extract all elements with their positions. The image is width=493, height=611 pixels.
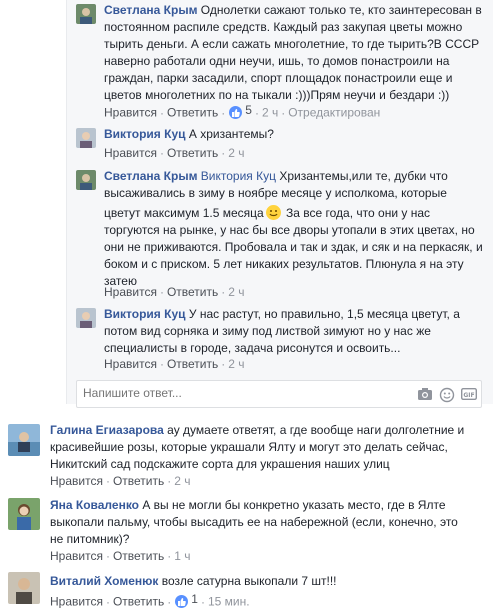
comment-text: Никитский сад подскажите сорта для украш… xyxy=(50,457,390,471)
comment-text: постоянном распиле средств. Каждый раз з… xyxy=(104,20,463,34)
avatar[interactable] xyxy=(76,308,96,328)
reply-body: Светлана Крым Виктория Куц Хризантемы,ил… xyxy=(104,168,489,290)
comment-text: граждан, парки засадили, спорт площадок … xyxy=(104,71,453,85)
like-link[interactable]: Нравится xyxy=(50,474,103,488)
comment-text: За все года, что они у нас xyxy=(286,206,430,220)
reply-input[interactable] xyxy=(83,386,403,400)
comment-text: не питомник)? xyxy=(50,532,130,546)
reply-body: Виктория Куц А хризантемы? xyxy=(104,126,484,143)
comment-text: А вы не могли бы конкретно указать место… xyxy=(142,498,446,512)
like-link[interactable]: Нравится xyxy=(104,285,157,299)
comment-text: боком и с приском. 5 лет никаких результ… xyxy=(104,257,464,271)
reply-link[interactable]: Ответить xyxy=(113,474,164,488)
comment-text: торгуются на рынке, у нас бы все дворы у… xyxy=(104,223,475,237)
comment-text: выкопали пальму, чтобы высадить ее на на… xyxy=(50,515,458,529)
author-name[interactable]: Виктория Куц xyxy=(104,127,186,141)
comment-text: цветут максимум 1.5 месяца xyxy=(104,206,264,220)
comment-text: Хризантемы,или те, дубки что xyxy=(279,169,448,183)
author-name[interactable]: Виталий Хоменюк xyxy=(50,574,158,588)
avatar[interactable] xyxy=(8,424,40,456)
reply-body: Светлана Крым Однолетки сажают только те… xyxy=(104,2,484,104)
timestamp[interactable]: 2 ч xyxy=(228,146,244,160)
comment-actions: Нравится · Ответить · 2 ч xyxy=(50,474,191,488)
comment-text: высаживались в зиму в ноябре месяце у ис… xyxy=(104,186,447,200)
svg-text:GIF: GIF xyxy=(463,392,474,399)
comment-actions: Нравится · Ответить · 1 · 15 мин. xyxy=(50,592,250,609)
comment-text: они не приживаются. Пробовала и так и зд… xyxy=(104,240,483,254)
comment-text: А хризантемы? xyxy=(188,127,274,141)
like-link[interactable]: Нравится xyxy=(104,357,157,371)
avatar[interactable] xyxy=(76,128,96,148)
comment-body: Яна Коваленко А вы не могли бы конкретно… xyxy=(50,497,490,548)
timestamp[interactable]: 2 ч xyxy=(228,357,244,371)
reply-body: Виктория Куц У нас растут, но правильно,… xyxy=(104,306,489,357)
comment-text: цветов многолетних по на тыкали :)))Прям… xyxy=(104,88,450,102)
reply-link[interactable]: Ответить xyxy=(167,146,218,160)
comment-actions: Нравится · Ответить · 2 ч xyxy=(104,357,245,371)
timestamp[interactable]: 1 ч xyxy=(174,549,190,563)
comment-body: Галина Егиазарова ау думаете ответят, а … xyxy=(50,422,490,473)
smiley-emoji-icon xyxy=(265,205,281,220)
like-count[interactable]: 5 xyxy=(228,103,252,119)
comment-text: возле сатурна выкопали 7 шт!!! xyxy=(161,574,337,588)
avatar[interactable] xyxy=(76,170,96,190)
comment-actions: Нравится · Ответить · 2 ч xyxy=(104,285,245,299)
author-name[interactable]: Галина Егиазарова xyxy=(50,423,164,437)
comment-actions: Нравится · Ответить · 2 ч xyxy=(104,146,245,160)
comment-text: специалисты в городе, задача рисонутся и… xyxy=(104,341,401,355)
avatar[interactable] xyxy=(76,4,96,24)
like-link[interactable]: Нравится xyxy=(104,106,157,120)
reply-link[interactable]: Ответить xyxy=(113,549,164,563)
comment-text: тырить деньги. А если сажать многолетние… xyxy=(104,37,480,51)
reply-link[interactable]: Ответить xyxy=(167,357,218,371)
timestamp[interactable]: 2 ч xyxy=(262,106,278,120)
reply-input-box[interactable]: GIF xyxy=(76,380,482,408)
edited-label[interactable]: Отредактирован xyxy=(288,106,380,120)
like-link[interactable]: Нравится xyxy=(50,549,103,563)
timestamp[interactable]: 2 ч xyxy=(174,474,190,488)
timestamp[interactable]: 15 мин. xyxy=(208,595,250,609)
like-link[interactable]: Нравится xyxy=(50,595,103,609)
comment-text: Однолетки сажают только те, кто заинтере… xyxy=(200,3,482,17)
reply-link[interactable]: Ответить xyxy=(167,285,218,299)
like-count[interactable]: 1 xyxy=(174,592,198,608)
like-link[interactable]: Нравится xyxy=(104,146,157,160)
comment-text: наверно работали одни неучи, ишь, то дом… xyxy=(104,54,450,68)
reply-link[interactable]: Ответить xyxy=(167,106,218,120)
comment-text: ау думаете ответят, а где вообще наги до… xyxy=(167,423,465,437)
comment-actions: Нравится · Ответить · 5 · 2 ч · Отредактирован xyxy=(104,103,381,120)
avatar[interactable] xyxy=(8,572,40,604)
avatar[interactable] xyxy=(8,498,40,530)
mention-link[interactable]: Виктория Куц xyxy=(201,169,276,183)
author-name[interactable]: Виктория Куц xyxy=(104,307,186,321)
timestamp[interactable]: 2 ч xyxy=(228,285,244,299)
emoji-icon[interactable] xyxy=(439,387,455,403)
thumbs-up-icon xyxy=(175,594,189,608)
reply-link[interactable]: Ответить xyxy=(113,595,164,609)
comment-text: У нас растут, но правильно, 1,5 месяца ц… xyxy=(188,307,460,321)
comment-text: потом вид сорняка и зиму под листвой зим… xyxy=(104,324,431,338)
comment-text: красивейшие розы, которые украшали Ялту … xyxy=(50,440,448,454)
comment-thread: Светлана Крым Однолетки сажают только те… xyxy=(0,0,493,611)
comment-actions: Нравится · Ответить · 1 ч xyxy=(50,549,191,563)
gif-icon[interactable]: GIF xyxy=(460,387,478,401)
comment-body: Виталий Хоменюк возле сатурна выкопали 7… xyxy=(50,573,490,590)
author-name[interactable]: Светлана Крым xyxy=(104,169,197,183)
author-name[interactable]: Светлана Крым xyxy=(104,3,197,17)
camera-icon[interactable] xyxy=(417,387,433,401)
author-name[interactable]: Яна Коваленко xyxy=(50,498,139,512)
thumbs-up-icon xyxy=(229,105,243,119)
